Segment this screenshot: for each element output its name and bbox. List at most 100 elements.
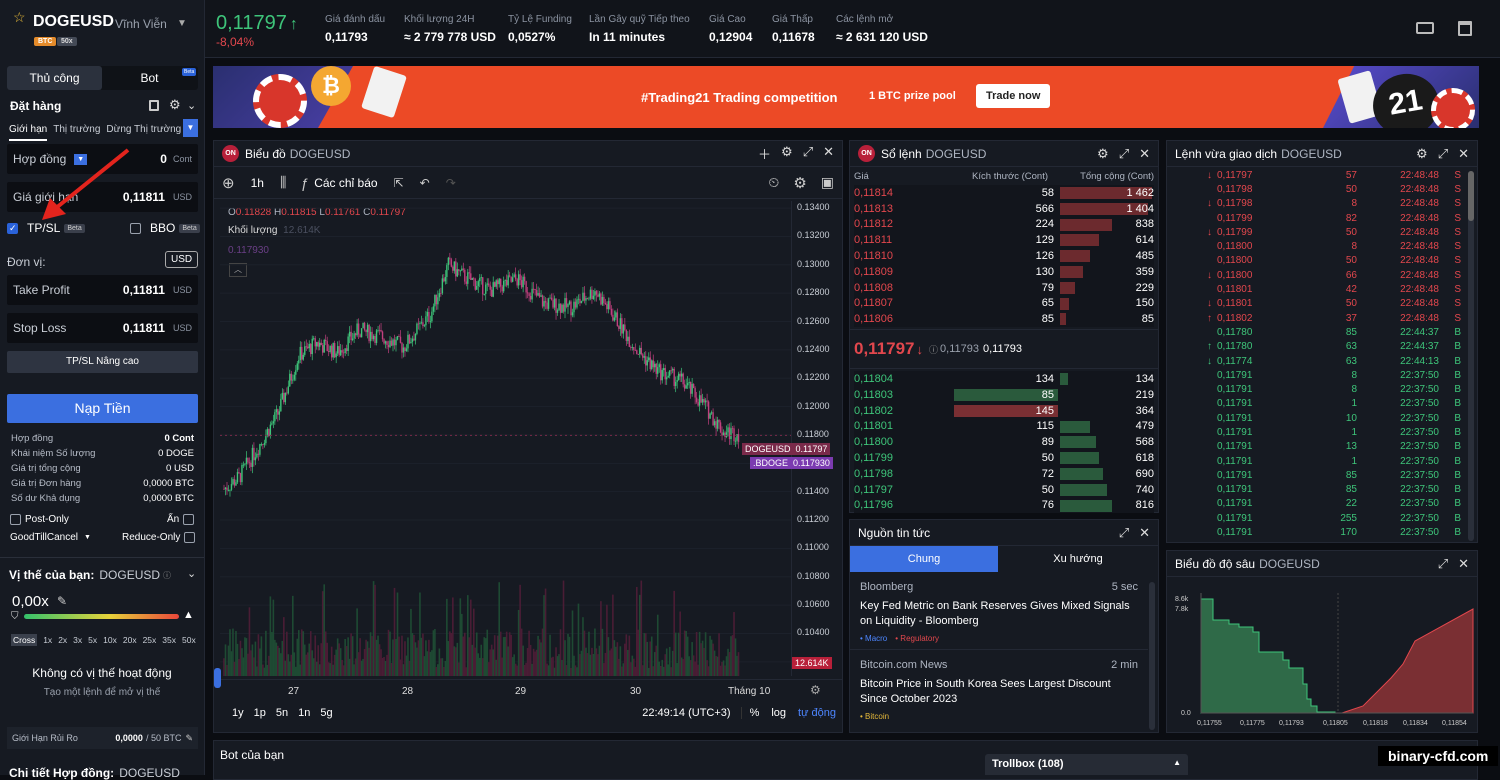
chart-settings-icon[interactable]: ⚙ <box>810 683 821 697</box>
ask-row[interactable]: 0,11807 65 150 <box>854 295 1154 312</box>
bid-row[interactable]: 0,11798 72 690 <box>854 465 1154 482</box>
collapse-chevron-icon[interactable]: ⌄ <box>187 99 196 112</box>
chevron-down-icon[interactable]: ▼ <box>177 18 187 29</box>
tpsl-checkbox[interactable] <box>7 222 18 234</box>
add-icon[interactable]: ＋ <box>758 144 771 163</box>
close-icon[interactable]: ✕ <box>1458 556 1469 572</box>
range-1y[interactable]: 1y <box>232 707 244 719</box>
close-icon[interactable]: ✕ <box>1458 146 1469 162</box>
star-icon[interactable]: ☆ <box>13 9 26 26</box>
tab-general[interactable]: Chung <box>850 546 998 572</box>
close-icon[interactable]: ✕ <box>1139 525 1150 541</box>
stop-loss-input[interactable]: Stop Loss 0,11811 USD <box>7 313 198 343</box>
close-icon[interactable]: ✕ <box>1139 146 1150 162</box>
expand-icon[interactable]: ⤢ <box>1119 146 1129 162</box>
hidden-option[interactable]: Ẩn <box>167 514 195 525</box>
tab-trending[interactable]: Xu hướng <box>998 546 1158 572</box>
bid-row[interactable]: 0,11796 76 816 <box>854 497 1154 514</box>
range-5h[interactable]: 5g <box>320 707 332 719</box>
expand-icon[interactable]: ⤢ <box>1438 556 1448 572</box>
expand-icon[interactable]: ⤢ <box>1438 146 1448 162</box>
post-only-option[interactable]: Post-Only <box>10 514 69 525</box>
gear-icon[interactable]: ⚙ <box>169 97 181 113</box>
reduce-only-option[interactable]: Reduce-Only <box>122 532 196 543</box>
log-toggle[interactable]: log <box>771 707 786 719</box>
position-collapse-icon[interactable]: ⌄ <box>187 567 196 580</box>
ask-row[interactable]: 0,11813 566 1 404 <box>854 200 1154 217</box>
indicators-button[interactable]: Các chỉ báo <box>314 176 377 190</box>
news-scrollbar[interactable] <box>1149 582 1155 730</box>
range-5d[interactable]: 5n <box>276 707 288 719</box>
bid-row[interactable]: 0,11799 50 618 <box>854 450 1154 466</box>
camera-icon[interactable]: ▣ <box>821 174 834 191</box>
trades-scrollbar[interactable] <box>1468 171 1474 541</box>
layout-icon[interactable] <box>1458 21 1472 36</box>
promo-banner[interactable]: ₿ #Trading21 Trading competition 1 BTC p… <box>213 66 1479 128</box>
range-1m[interactable]: 1p <box>254 707 266 719</box>
tab-market[interactable]: Thị trường <box>53 124 100 141</box>
candle-body <box>648 357 650 361</box>
bid-row[interactable]: 0,11800 89 568 <box>854 434 1154 451</box>
ask-row[interactable]: 0,11808 79 229 <box>854 279 1154 296</box>
unit-select[interactable]: USD <box>165 251 199 268</box>
candlestick-chart[interactable] <box>220 201 795 676</box>
bid-row[interactable]: 0,11803 85 219 <box>854 386 1154 403</box>
take-profit-input[interactable]: Take Profit 0,11811 USD <box>7 275 198 305</box>
keyboard-icon[interactable] <box>1416 22 1434 34</box>
trollbox-button[interactable]: Trollbox (108) ▲ <box>985 754 1188 775</box>
range-1d[interactable]: 1n <box>298 707 310 719</box>
gear-icon[interactable]: ⚙ <box>1097 146 1109 162</box>
pencil-icon[interactable]: ✎ <box>185 733 193 744</box>
undo-icon[interactable]: ↶ <box>420 176 430 190</box>
hidden-checkbox[interactable] <box>183 514 195 525</box>
news-item[interactable]: Bitcoin.com News 2 min Bitcoin Price in S… <box>850 650 1148 727</box>
external-link-icon[interactable]: ⇱ <box>394 176 404 190</box>
percent-toggle[interactable]: % <box>740 707 759 719</box>
volume-bar <box>410 608 412 676</box>
order-summary: Hợp đồng 0 Cont Khái niệm Số lượng 0 DOGE … <box>11 431 194 506</box>
sidebar-handle[interactable] <box>214 668 221 688</box>
alert-clock-icon[interactable]: ⏲ <box>768 174 779 191</box>
tab-stop-market[interactable]: Dừng Thị trường <box>106 124 181 141</box>
function-icon[interactable]: ƒ <box>300 175 308 191</box>
volume-bar <box>564 640 566 676</box>
bid-row[interactable]: 0,11804 134 134 <box>854 371 1154 387</box>
ask-row[interactable]: 0,11810 126 485 <box>854 248 1154 264</box>
pencil-icon[interactable]: ✎ <box>57 594 67 608</box>
depth-chart[interactable]: 8.6k 7.8k 0.0 0,11755 0,11775 0,11793 0,… <box>1167 578 1477 733</box>
bid-row[interactable]: 0,11797 50 740 <box>854 481 1154 498</box>
bid-row[interactable]: 0,11802 145 364 <box>854 402 1154 419</box>
trade-now-button[interactable]: Trade now <box>976 84 1051 108</box>
ask-row[interactable]: 0,11812 224 838 <box>854 216 1154 233</box>
candle-type-icon[interactable]: ⫼ <box>280 174 286 191</box>
tab-manual[interactable]: Thủ công <box>7 66 102 90</box>
ask-row[interactable]: 0,11806 85 85 <box>854 311 1154 328</box>
redo-icon[interactable]: ↷ <box>446 176 456 190</box>
expand-icon[interactable]: ⤢ <box>803 144 813 163</box>
auto-toggle[interactable]: tự động <box>798 707 836 719</box>
gear-icon[interactable]: ⚙ <box>781 144 793 163</box>
calculator-icon[interactable] <box>149 100 159 111</box>
ask-row[interactable]: 0,11809 130 359 <box>854 263 1154 280</box>
candle-body <box>631 347 634 348</box>
gear-icon[interactable]: ⚙ <box>1416 146 1428 162</box>
deposit-button[interactable]: Nạp Tiền <box>7 394 198 423</box>
expand-icon[interactable]: ⤢ <box>1119 525 1129 541</box>
bid-row[interactable]: 0,11801 115 479 <box>854 418 1154 435</box>
reduce-only-checkbox[interactable] <box>184 532 196 543</box>
settings-icon[interactable]: ⚙ <box>793 174 806 192</box>
price-cell: 0,11799 <box>854 452 893 465</box>
ask-row[interactable]: 0,11811 129 614 <box>854 232 1154 249</box>
tab-limit[interactable]: Giới hạn <box>9 124 48 141</box>
post-only-checkbox[interactable] <box>10 514 21 525</box>
add-circle-icon[interactable]: ⊕ <box>222 174 235 192</box>
close-icon[interactable]: ✕ <box>823 144 834 163</box>
order-type-dropdown-icon[interactable]: ▼ <box>183 119 198 137</box>
leverage-slider[interactable] <box>24 614 179 619</box>
ask-row[interactable]: 0,11814 58 1 462 <box>854 185 1154 201</box>
interval-button[interactable]: 1h <box>251 176 264 190</box>
advanced-tpsl-button[interactable]: TP/SL Nâng cao <box>7 351 198 373</box>
symbol-selector[interactable]: ☆ DOGEUSD Vĩnh Viễn ▼ BTC 50x <box>0 0 205 58</box>
time-in-force-select[interactable]: GoodTillCancel ▼ <box>10 532 91 543</box>
news-item[interactable]: Bloomberg 5 sec Key Fed Metric on Bank Re… <box>850 572 1148 650</box>
